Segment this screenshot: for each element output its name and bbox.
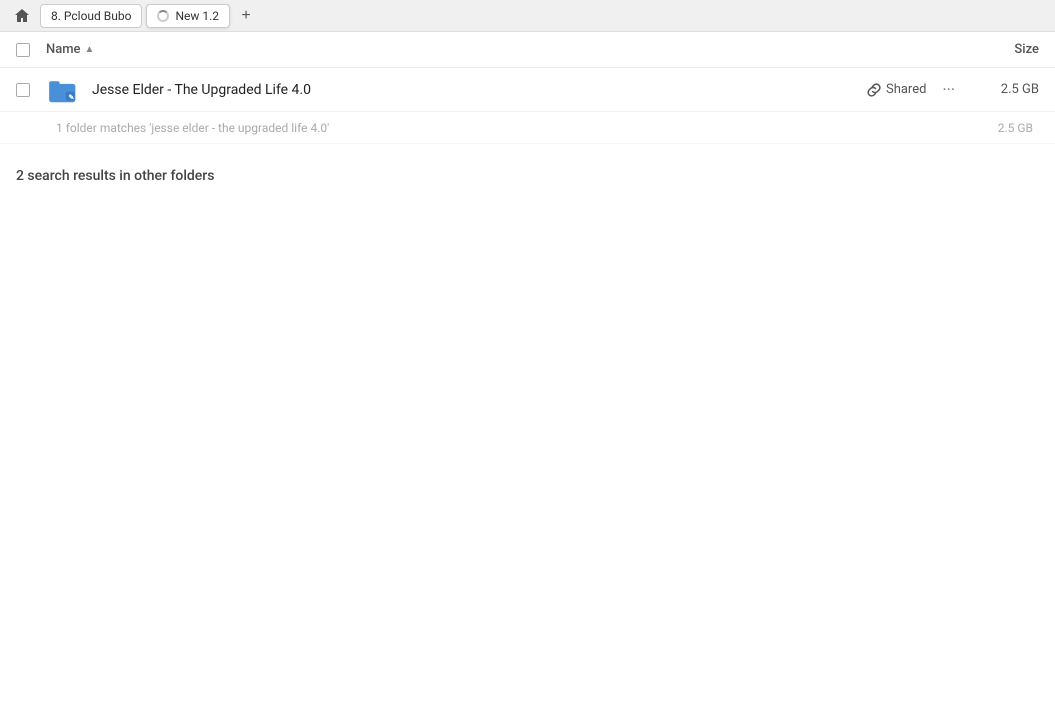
file-name: Jesse Elder - The Upgraded Life 4.0 (92, 82, 866, 98)
more-options-button[interactable]: ··· (938, 78, 959, 101)
file-size: 2.5 GB (979, 82, 1039, 97)
file-actions: Shared ··· (866, 78, 959, 101)
size-column-header[interactable]: Size (959, 42, 1039, 57)
tab-pcloud-bubo-label: 8. Pcloud Bubo (51, 9, 131, 23)
other-folders-label: 2 search results in other folders (16, 168, 214, 184)
home-tab[interactable] (8, 4, 36, 28)
name-column-header[interactable]: Name ▲ (46, 42, 959, 57)
home-icon (14, 8, 30, 24)
file-checkbox[interactable] (16, 83, 30, 97)
other-folders-section: 2 search results in other folders (0, 144, 1055, 196)
match-info-text: 1 folder matches 'jesse elder - the upgr… (56, 121, 998, 135)
svg-text:✎: ✎ (68, 93, 74, 101)
tab-spinner (157, 10, 169, 22)
tab-new-1-2-label: New 1.2 (175, 9, 219, 23)
select-all-checkbox-col (16, 43, 46, 57)
name-column-label: Name (46, 42, 81, 57)
folder-svg-icon: ✎ (48, 76, 80, 104)
size-column-label: Size (1014, 42, 1039, 57)
link-icon (866, 82, 882, 98)
match-info-size: 2.5 GB (998, 121, 1039, 135)
shared-badge: Shared (866, 82, 926, 98)
add-tab-button[interactable]: + (234, 4, 258, 28)
file-checkbox-col (16, 83, 46, 97)
select-all-checkbox[interactable] (16, 43, 30, 57)
more-options-icon: ··· (942, 80, 955, 99)
tab-new-1-2[interactable]: New 1.2 (146, 4, 230, 28)
folder-icon: ✎ (46, 72, 82, 108)
column-header: Name ▲ Size (0, 32, 1055, 68)
shared-label: Shared (886, 82, 926, 97)
file-row[interactable]: ✎ Jesse Elder - The Upgraded Life 4.0 Sh… (0, 68, 1055, 112)
tab-bar: 8. Pcloud Bubo New 1.2 + (0, 0, 1055, 32)
tab-pcloud-bubo[interactable]: 8. Pcloud Bubo (40, 4, 142, 28)
sort-arrow-icon: ▲ (85, 44, 95, 55)
match-info-row: 1 folder matches 'jesse elder - the upgr… (0, 112, 1055, 144)
